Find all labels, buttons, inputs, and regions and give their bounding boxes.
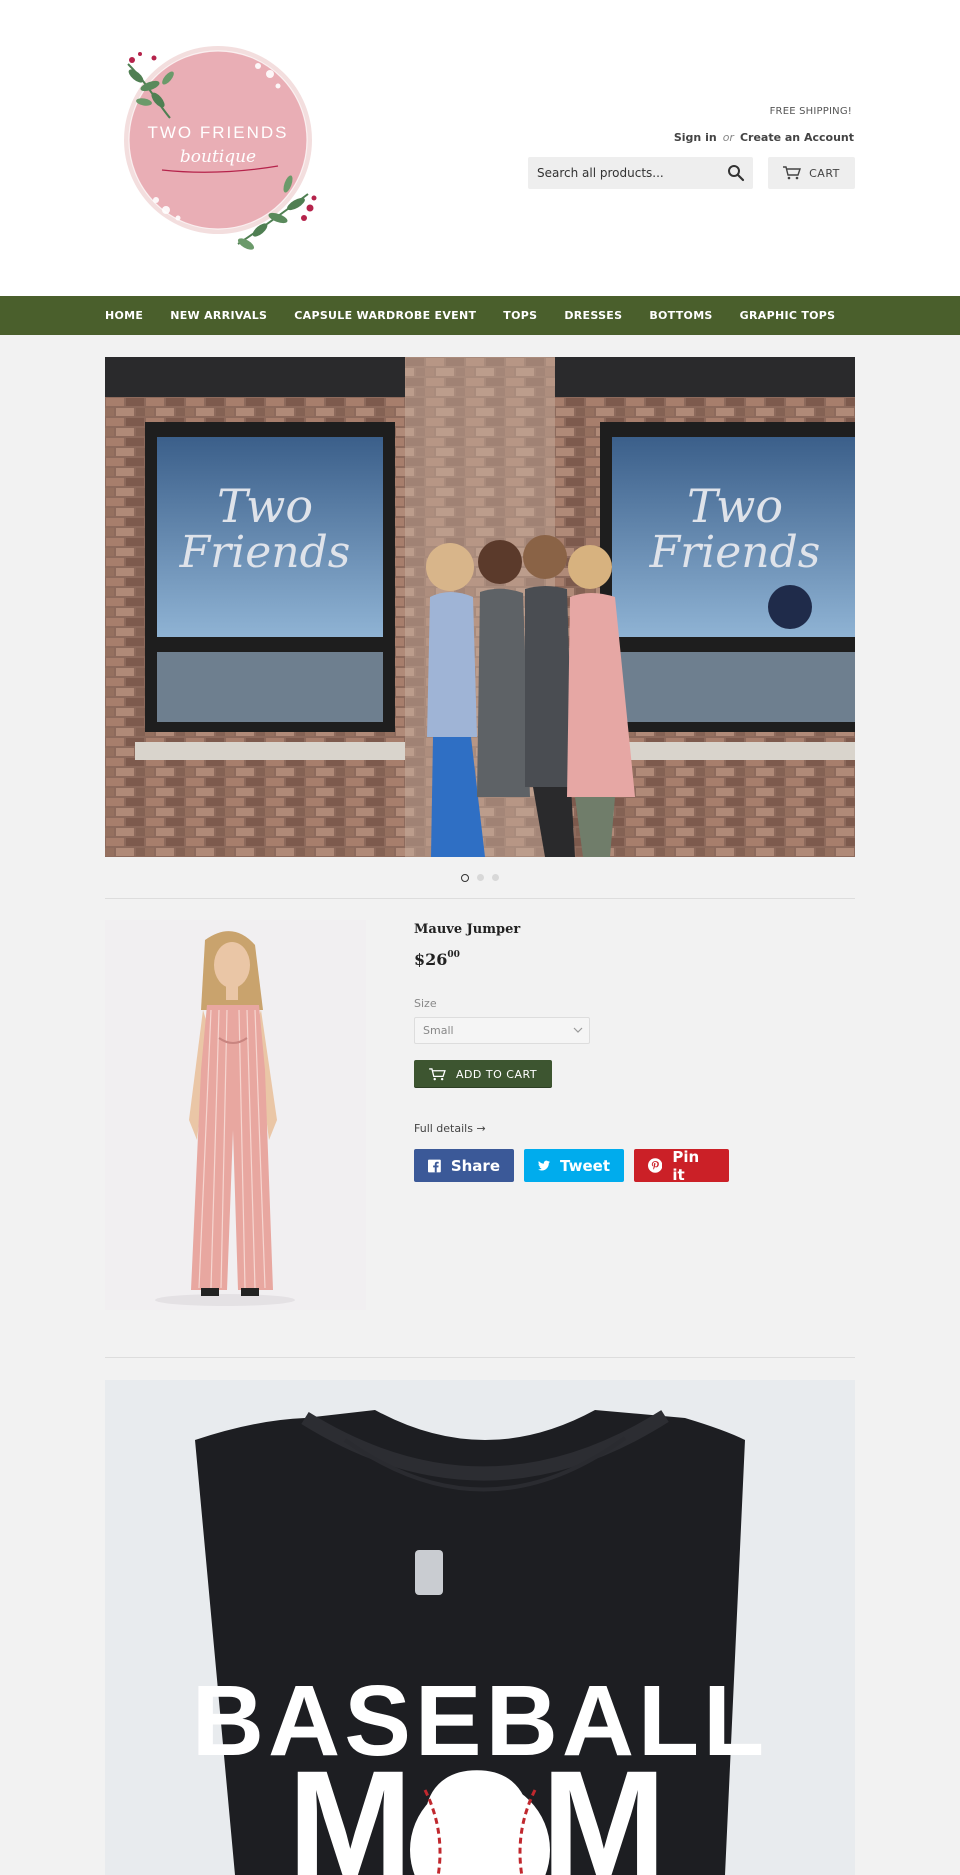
slide-dot-1[interactable]	[461, 874, 469, 882]
logo-script: boutique	[180, 147, 256, 167]
featured-collection-image[interactable]: BASEBALL MOM	[105, 1380, 855, 1875]
nav-item-graphic-tops[interactable]: GRAPHIC TOPS	[740, 309, 836, 322]
nav-item-tops[interactable]: TOPS	[503, 309, 537, 322]
social-share-row: Share Tweet Pin it	[414, 1147, 729, 1184]
size-label: Size	[414, 997, 437, 1010]
pinterest-pin-button[interactable]: Pin it	[634, 1147, 729, 1184]
facebook-share-label: Share	[450, 1156, 500, 1175]
price-cents: 00	[447, 950, 460, 960]
logo-title: TWO FRIENDS	[148, 123, 289, 142]
twitter-tweet-label: Tweet	[560, 1156, 610, 1175]
cart-label: CART	[809, 166, 840, 180]
nav-item-capsule-wardrobe-event[interactable]: CAPSULE WARDROBE EVENT	[294, 309, 476, 322]
sign-in-link[interactable]: Sign in	[674, 131, 717, 144]
main-nav: HOME NEW ARRIVALS CAPSULE WARDROBE EVENT…	[0, 296, 960, 335]
slideshow-dots	[0, 874, 960, 882]
cart-button[interactable]: CART	[768, 157, 855, 189]
window-text-right-1: Two	[687, 479, 783, 533]
product-title[interactable]: Mauve Jumper	[414, 922, 520, 937]
size-selected-value: Small	[423, 1024, 454, 1037]
boutique-logo[interactable]: TWO FRIENDS boutique	[118, 34, 318, 254]
window-text-left-2: Friends	[179, 527, 351, 578]
nav-item-new-arrivals[interactable]: NEW ARRIVALS	[170, 309, 267, 322]
add-to-cart-button[interactable]: ADD TO CART	[414, 1060, 552, 1088]
facebook-share-button[interactable]: Share	[414, 1149, 514, 1182]
product-price: $2600	[414, 950, 460, 969]
price-main: $26	[414, 950, 448, 969]
chevron-down-icon	[573, 1027, 583, 1033]
pinterest-pin-label: Pin it	[672, 1147, 700, 1184]
twitter-icon	[538, 1160, 551, 1171]
account-links: Sign in or Create an Account	[674, 131, 854, 144]
nav-item-home[interactable]: HOME	[105, 309, 143, 322]
size-select[interactable]: Small	[414, 1017, 590, 1044]
nav-item-bottoms[interactable]: BOTTOMS	[649, 309, 712, 322]
facebook-icon	[428, 1159, 441, 1172]
or-text: or	[722, 131, 734, 144]
slide-dot-3[interactable]	[492, 874, 499, 881]
hero-image: Two Friends Two Friends	[105, 357, 855, 857]
search-bar	[528, 157, 753, 189]
full-details-link[interactable]: Full details →	[414, 1122, 486, 1135]
jumper-photo	[105, 920, 366, 1310]
window-text-left-1: Two	[217, 479, 313, 533]
free-shipping-text: FREE SHIPPING!	[769, 106, 852, 117]
cart-icon	[429, 1067, 446, 1080]
add-to-cart-label: ADD TO CART	[455, 1067, 538, 1081]
cart-icon	[783, 166, 802, 180]
search-icon[interactable]	[727, 164, 745, 182]
create-account-link[interactable]: Create an Account	[740, 131, 854, 144]
product-image[interactable]	[105, 920, 366, 1310]
pinterest-icon	[648, 1158, 663, 1173]
baseball-mom-shirt-photo: BASEBALL MOM	[105, 1380, 855, 1875]
section-divider	[105, 1357, 855, 1358]
search-input[interactable]	[528, 157, 717, 189]
slide-dot-2[interactable]	[477, 874, 484, 881]
section-divider	[105, 898, 855, 899]
window-text-right-2: Friends	[649, 527, 821, 578]
hero-slideshow[interactable]: Two Friends Two Friends	[105, 357, 855, 857]
twitter-tweet-button[interactable]: Tweet	[524, 1149, 624, 1182]
nav-item-dresses[interactable]: DRESSES	[564, 309, 622, 322]
site-header: TWO FRIENDS boutique FREE SHIPPING! Sign…	[0, 0, 960, 296]
